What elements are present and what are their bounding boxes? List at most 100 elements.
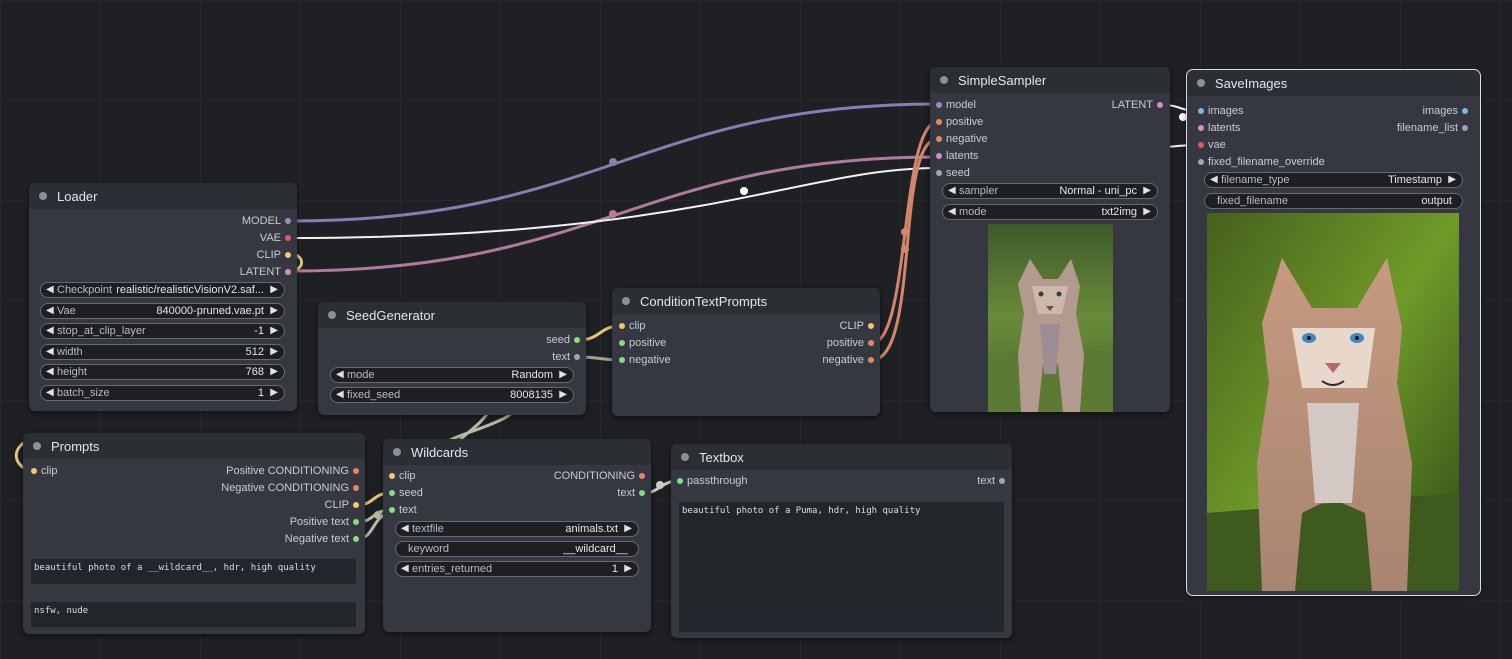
input-text[interactable]: text	[389, 503, 417, 517]
fixed-filename-field[interactable]: fixed_filename output	[1204, 193, 1463, 209]
output-seed[interactable]: seed	[546, 333, 580, 347]
collapse-dot-icon[interactable]	[940, 76, 948, 84]
seed-generator-node[interactable]: SeedGenerator seed text ◀ mode Random ▶ ◀ fi…	[318, 302, 586, 415]
output-negative-text[interactable]: Negative text	[285, 532, 359, 546]
right-arrow-icon[interactable]: ▶	[1448, 173, 1456, 187]
left-arrow-icon[interactable]: ◀	[46, 324, 54, 338]
right-arrow-icon[interactable]: ▶	[270, 324, 278, 338]
filename-type-combo[interactable]: ◀ filename_type Timestamp ▶	[1204, 172, 1463, 188]
negative-prompt-textarea[interactable]: nsfw, nude	[31, 602, 356, 627]
input-seed[interactable]: seed	[936, 166, 970, 180]
wildcards-node[interactable]: Wildcards clip seed text CONDITIONING te…	[383, 439, 651, 632]
output-positive-text[interactable]: Positive text	[290, 515, 359, 529]
right-arrow-icon[interactable]: ▶	[559, 368, 567, 382]
right-arrow-icon[interactable]: ▶	[270, 345, 278, 359]
input-vae[interactable]: vae	[1198, 138, 1226, 152]
output-clip[interactable]: CLIP	[257, 248, 291, 262]
input-clip[interactable]: clip	[31, 464, 58, 478]
input-clip[interactable]: clip	[619, 319, 646, 333]
output-images[interactable]: images	[1423, 104, 1468, 118]
left-arrow-icon[interactable]: ◀	[46, 365, 54, 379]
cond-title-bar[interactable]: ConditionTextPrompts	[612, 288, 880, 314]
right-arrow-icon[interactable]: ▶	[270, 283, 278, 297]
left-arrow-icon[interactable]: ◀	[336, 388, 344, 402]
textbox-textarea[interactable]: beautiful photo of a Puma, hdr, high qua…	[679, 502, 1004, 632]
prompts-title-bar[interactable]: Prompts	[23, 433, 365, 459]
left-arrow-icon[interactable]: ◀	[948, 205, 956, 219]
height-number[interactable]: ◀ height 768 ▶	[40, 364, 285, 380]
loader-title-bar[interactable]: Loader	[29, 183, 297, 209]
right-arrow-icon[interactable]: ▶	[270, 386, 278, 400]
input-images[interactable]: images	[1198, 104, 1243, 118]
fixed-seed-number[interactable]: ◀ fixed_seed 8008135 ▶	[330, 387, 574, 403]
simple-sampler-node[interactable]: SimpleSampler model positive negative la…	[930, 67, 1170, 412]
right-arrow-icon[interactable]: ▶	[624, 522, 632, 536]
left-arrow-icon[interactable]: ◀	[46, 345, 54, 359]
output-model[interactable]: MODEL	[242, 214, 291, 228]
left-arrow-icon[interactable]: ◀	[1210, 173, 1218, 187]
output-clip[interactable]: CLIP	[840, 319, 874, 333]
left-arrow-icon[interactable]: ◀	[46, 283, 54, 297]
right-arrow-icon[interactable]: ▶	[1143, 184, 1151, 198]
output-negative-conditioning[interactable]: Negative CONDITIONING	[221, 481, 359, 495]
collapse-dot-icon[interactable]	[39, 192, 47, 200]
left-arrow-icon[interactable]: ◀	[46, 304, 54, 318]
input-latents[interactable]: latents	[1198, 121, 1240, 135]
textfile-combo[interactable]: ◀ textfile animals.txt ▶	[395, 521, 639, 537]
checkpoint-combo[interactable]: ◀ Checkpoint realistic/realisticVisionV2.s…	[40, 282, 285, 298]
input-positive[interactable]: positive	[936, 115, 983, 129]
output-filename-list[interactable]: filename_list	[1397, 121, 1468, 135]
seedgen-title-bar[interactable]: SeedGenerator	[318, 302, 586, 328]
positive-prompt-textarea[interactable]: beautiful photo of a __wildcard__, hdr, …	[31, 559, 356, 584]
left-arrow-icon[interactable]: ◀	[401, 522, 409, 536]
sampler-title-bar[interactable]: SimpleSampler	[930, 67, 1170, 93]
save-title-bar[interactable]: SaveImages	[1187, 70, 1480, 96]
mode-combo[interactable]: ◀ mode Random ▶	[330, 367, 574, 383]
textbox-node[interactable]: Textbox passthrough text beautiful photo…	[671, 444, 1012, 638]
keyword-field[interactable]: keyword __wildcard__	[395, 541, 639, 557]
right-arrow-icon[interactable]: ▶	[270, 365, 278, 379]
textbox-title-bar[interactable]: Textbox	[671, 444, 1012, 470]
loader-node[interactable]: Loader MODEL VAE CLIP LATENT ◀ Checkpoint…	[29, 183, 297, 411]
input-model[interactable]: model	[936, 98, 976, 112]
prompts-node[interactable]: Prompts clip Positive CONDITIONING Negat…	[23, 433, 365, 634]
left-arrow-icon[interactable]: ◀	[948, 184, 956, 198]
mode-combo[interactable]: ◀ mode txt2img ▶	[942, 204, 1158, 220]
collapse-dot-icon[interactable]	[681, 453, 689, 461]
entries-returned-number[interactable]: ◀ entries_returned 1 ▶	[395, 561, 639, 577]
collapse-dot-icon[interactable]	[328, 311, 336, 319]
collapse-dot-icon[interactable]	[393, 448, 401, 456]
output-text[interactable]: text	[617, 486, 645, 500]
output-text[interactable]: text	[552, 350, 580, 364]
output-text[interactable]: text	[977, 474, 1005, 488]
left-arrow-icon[interactable]: ◀	[46, 386, 54, 400]
output-negative[interactable]: negative	[822, 353, 874, 367]
right-arrow-icon[interactable]: ▶	[559, 388, 567, 402]
batch-size-number[interactable]: ◀ batch_size 1 ▶	[40, 385, 285, 401]
output-latent[interactable]: LATENT	[240, 265, 291, 279]
right-arrow-icon[interactable]: ▶	[270, 304, 278, 318]
left-arrow-icon[interactable]: ◀	[336, 368, 344, 382]
input-latents[interactable]: latents	[936, 149, 978, 163]
input-negative[interactable]: negative	[936, 132, 988, 146]
output-conditioning[interactable]: CONDITIONING	[554, 469, 645, 483]
output-vae[interactable]: VAE	[260, 231, 291, 245]
input-clip[interactable]: clip	[389, 469, 416, 483]
output-latent[interactable]: LATENT	[1112, 98, 1163, 112]
input-fixed-filename-override[interactable]: fixed_filename_override	[1198, 155, 1325, 169]
right-arrow-icon[interactable]: ▶	[624, 562, 632, 576]
input-negative[interactable]: negative	[619, 353, 671, 367]
width-number[interactable]: ◀ width 512 ▶	[40, 344, 285, 360]
input-positive[interactable]: positive	[619, 336, 666, 350]
right-arrow-icon[interactable]: ▶	[1143, 205, 1151, 219]
stop-at-clip-layer-number[interactable]: ◀ stop_at_clip_layer -1 ▶	[40, 323, 285, 339]
collapse-dot-icon[interactable]	[1197, 79, 1205, 87]
vae-combo[interactable]: ◀ Vae 840000-pruned.vae.pt ▶	[40, 303, 285, 319]
output-positive[interactable]: positive	[827, 336, 874, 350]
output-positive-conditioning[interactable]: Positive CONDITIONING	[226, 464, 359, 478]
left-arrow-icon[interactable]: ◀	[401, 562, 409, 576]
output-clip[interactable]: CLIP	[325, 498, 359, 512]
condition-text-prompts-node[interactable]: ConditionTextPrompts clip positive negat…	[612, 288, 880, 416]
input-seed[interactable]: seed	[389, 486, 423, 500]
sampler-combo[interactable]: ◀ sampler Normal - uni_pc ▶	[942, 183, 1158, 199]
